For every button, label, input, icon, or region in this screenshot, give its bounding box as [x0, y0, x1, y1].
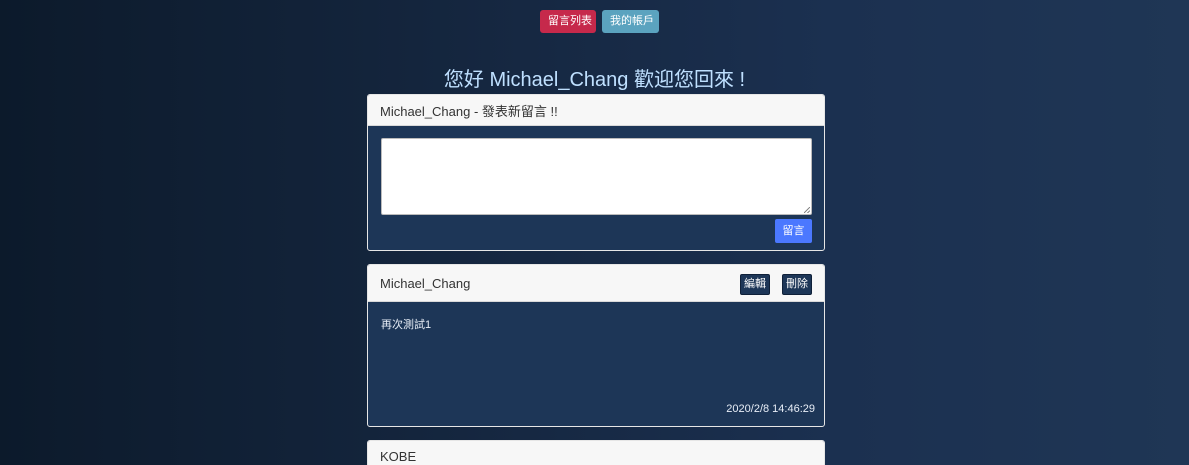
- my-account-button[interactable]: 我的帳戶: [602, 10, 659, 33]
- resize-grip-icon[interactable]: [804, 207, 810, 213]
- message-card-header: Michael_Chang 編輯 刪除: [368, 265, 824, 302]
- message-card-header: KOBE: [368, 441, 824, 465]
- message-content: 再次測試1: [381, 319, 432, 331]
- message-list-button[interactable]: 留言列表: [540, 10, 596, 33]
- post-message-button[interactable]: 留言: [775, 219, 812, 243]
- message-textarea[interactable]: [381, 138, 812, 215]
- delete-button[interactable]: 刪除: [782, 274, 812, 295]
- new-message-title: Michael_Chang - 發表新留言 !!: [380, 103, 558, 119]
- new-message-header: Michael_Chang - 發表新留言 !!: [368, 95, 824, 126]
- message-author: KOBE: [380, 448, 417, 464]
- edit-button[interactable]: 編輯: [740, 274, 770, 295]
- message-author: Michael_Chang: [380, 275, 471, 291]
- new-message-card: Michael_Chang - 發表新留言 !! 留言: [367, 94, 825, 251]
- message-card: Michael_Chang 編輯 刪除 再次測試1 2020/2/8 14:46…: [367, 264, 825, 427]
- top-nav: 留言列表 我的帳戶: [540, 10, 659, 33]
- welcome-heading: 您好 Michael_Chang 歡迎您回來 !: [443, 69, 746, 91]
- message-timestamp: 2020/2/8 14:46:29: [726, 403, 815, 415]
- message-card: KOBE: [367, 440, 825, 465]
- message-actions: 編輯 刪除: [740, 274, 812, 295]
